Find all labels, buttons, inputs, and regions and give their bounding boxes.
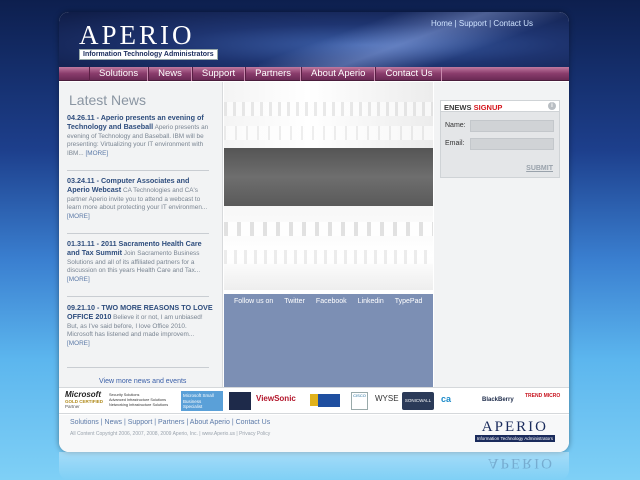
- ms-small-business-logo[interactable]: Microsoft Small Business Specialist: [181, 391, 223, 411]
- enews-title: ENEWS: [444, 103, 472, 112]
- nav-support[interactable]: Support: [191, 67, 246, 81]
- news-item[interactable]: 04.26.11 - Aperio presents an evening of…: [67, 113, 213, 158]
- top-link-home[interactable]: Home: [431, 19, 452, 28]
- feature-photo: [224, 82, 433, 290]
- news-more-link[interactable]: [MORE]: [67, 213, 90, 220]
- header: APERIO Information Technology Administra…: [59, 12, 569, 67]
- info-icon[interactable]: i: [548, 102, 556, 110]
- trend-micro-logo[interactable]: TREND MICRO: [525, 393, 565, 411]
- logo-tagline: Information Technology Administrators: [79, 49, 218, 60]
- main-nav: Solutions News Support Partners About Ap…: [89, 67, 443, 81]
- name-label: Name:: [445, 122, 466, 129]
- ca-logo[interactable]: ca: [441, 392, 477, 410]
- microsoft-gold-partner-logo[interactable]: Microsoft GOLD CERTIFIED Partner: [65, 391, 107, 409]
- feature-column: Follow us on Twitter Facebook Linkedin T…: [224, 82, 433, 387]
- news-divider: [67, 233, 209, 234]
- enews-signup-box: ENEWS SIGNUP i Name: Email: SUBMIT: [440, 100, 560, 178]
- news-more-link[interactable]: [MORE]: [67, 340, 90, 347]
- follow-twitter-link[interactable]: Twitter: [284, 298, 305, 305]
- nav-about[interactable]: About Aperio: [301, 67, 376, 81]
- photo-band-dark: [224, 148, 433, 206]
- follow-facebook-link[interactable]: Facebook: [316, 298, 347, 305]
- reflection-logo: APERIO: [487, 455, 554, 471]
- footer-link-news[interactable]: News: [105, 419, 123, 426]
- follow-us-row: Follow us on Twitter Facebook Linkedin T…: [234, 298, 422, 305]
- news-item[interactable]: 03.24.11 - Computer Associates and Aperi…: [67, 176, 213, 221]
- footer-link-support[interactable]: Support: [128, 419, 153, 426]
- partner-logos-strip: Microsoft GOLD CERTIFIED Partner Securit…: [59, 387, 569, 414]
- email-field[interactable]: [470, 138, 554, 150]
- top-link-support[interactable]: Support: [459, 19, 487, 28]
- microsoft-wordmark: Microsoft: [65, 391, 101, 399]
- footer-links: Solutions | News | Support | Partners | …: [70, 419, 271, 426]
- logo-wordmark: APERIO: [79, 20, 195, 50]
- footer: Solutions | News | Support | Partners | …: [59, 415, 569, 452]
- nav-news[interactable]: News: [148, 67, 192, 81]
- nav-partners[interactable]: Partners: [245, 67, 302, 81]
- footer-aperio-logo[interactable]: APERIO Information Technology Administra…: [474, 419, 555, 442]
- news-item[interactable]: 01.31.11 - 2011 Sacramento Health Care a…: [67, 239, 213, 284]
- footer-logo-tagline: Information Technology Administrators: [474, 435, 555, 442]
- aperio-logo[interactable]: APERIO Information Technology Administra…: [79, 22, 218, 60]
- footer-link-solutions[interactable]: Solutions: [70, 419, 99, 426]
- photo-texture: [224, 250, 433, 264]
- view-more-news-link[interactable]: View more news and events: [99, 378, 186, 385]
- photo-band-bottom: [224, 206, 433, 290]
- competency-item: Networking Infrastructure Solutions: [109, 402, 169, 407]
- footer-logo-wordmark: APERIO: [481, 419, 548, 435]
- follow-typepad-link[interactable]: TypePad: [395, 298, 423, 305]
- blackberry-logo[interactable]: BlackBerry: [482, 392, 522, 410]
- top-links: Home | Support | Contact Us: [430, 19, 533, 28]
- competency-item: Advanced Infrastructure Solutions: [109, 397, 166, 402]
- news-divider: [67, 296, 209, 297]
- partner-competencies: Security Solutions Advanced Infrastructu…: [109, 393, 175, 411]
- cisco-logo[interactable]: CISCO: [351, 392, 368, 410]
- wyse-logo[interactable]: WYSE: [375, 392, 399, 410]
- main-nav-bar: Solutions News Support Partners About Ap…: [59, 67, 569, 81]
- partner-blue-logo[interactable]: [318, 394, 340, 407]
- footer-link-contact[interactable]: Contact Us: [236, 419, 271, 426]
- news-divider: [67, 367, 209, 368]
- news-more-link[interactable]: [MORE]: [85, 150, 108, 157]
- partner-text: Partner: [65, 404, 80, 409]
- name-field[interactable]: [470, 120, 554, 132]
- photo-texture: [224, 222, 433, 236]
- follow-us-label: Follow us on: [234, 298, 274, 305]
- enews-heading: ENEWS SIGNUP i: [441, 101, 559, 112]
- viewsonic-logo[interactable]: ViewSonic: [256, 392, 308, 410]
- news-column: Latest News 04.26.11 - Aperio presents a…: [59, 82, 223, 387]
- nav-solutions[interactable]: Solutions: [89, 67, 149, 81]
- email-label: Email:: [445, 140, 465, 147]
- follow-linkedin-link[interactable]: Linkedin: [358, 298, 384, 305]
- footer-copyright: All Content Copyright 2006, 2007, 2008, …: [70, 431, 271, 437]
- news-more-link[interactable]: [MORE]: [67, 276, 90, 283]
- follow-us-panel: Follow us on Twitter Facebook Linkedin T…: [224, 294, 433, 387]
- photo-texture: [224, 126, 433, 140]
- site-container: APERIO Information Technology Administra…: [59, 12, 569, 452]
- partner-badge-dark[interactable]: [229, 392, 251, 410]
- latest-news-heading: Latest News: [69, 92, 147, 108]
- news-item[interactable]: 09.21.10 - TWO MORE REASONS TO LOVE OFFI…: [67, 303, 213, 348]
- submit-button[interactable]: SUBMIT: [526, 165, 553, 172]
- nav-contact[interactable]: Contact Us: [375, 67, 443, 81]
- news-divider: [67, 170, 209, 171]
- site-reflection: APERIO: [59, 452, 569, 480]
- sidebar-column: ENEWS SIGNUP i Name: Email: SUBMIT: [434, 82, 569, 387]
- sonicwall-logo[interactable]: SONICWALL: [402, 392, 434, 410]
- photo-texture: [224, 102, 433, 116]
- enews-signup-title: SIGNUP: [473, 103, 503, 112]
- top-link-contact[interactable]: Contact Us: [493, 19, 533, 28]
- footer-link-partners[interactable]: Partners: [158, 419, 184, 426]
- footer-link-about[interactable]: About Aperio: [190, 419, 230, 426]
